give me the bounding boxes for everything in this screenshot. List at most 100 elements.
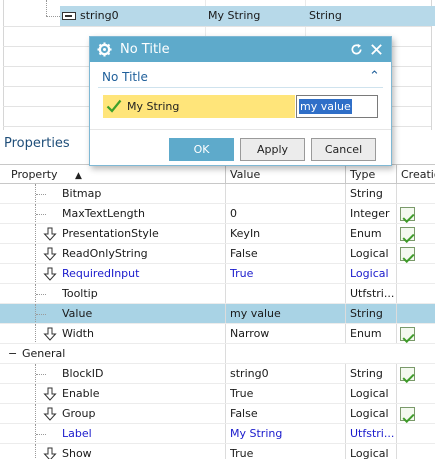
property-value[interactable]: False bbox=[230, 244, 342, 264]
apply-button[interactable]: Apply bbox=[240, 138, 305, 161]
tree-guide bbox=[35, 384, 36, 404]
tree-connector-h bbox=[46, 16, 60, 17]
property-value[interactable]: string0 bbox=[230, 364, 342, 384]
tree-row-type: String bbox=[309, 9, 342, 22]
property-row-tooltip[interactable]: Tooltip Utfstri... bbox=[0, 284, 435, 304]
creation-edit-icon[interactable] bbox=[400, 407, 415, 421]
property-value[interactable]: My String bbox=[230, 424, 342, 444]
property-value[interactable]: my value bbox=[230, 304, 342, 324]
col-sep bbox=[225, 184, 226, 204]
tree-guide-h bbox=[36, 314, 46, 315]
property-value[interactable] bbox=[230, 284, 342, 304]
col-sep bbox=[345, 384, 346, 404]
col-sep bbox=[225, 364, 226, 384]
close-icon[interactable] bbox=[370, 43, 383, 56]
property-value[interactable]: KeyIn bbox=[230, 224, 342, 244]
checkmark-icon bbox=[106, 99, 122, 113]
edit-field-icon bbox=[62, 12, 76, 20]
tree-guide-h bbox=[36, 294, 46, 295]
property-name: Group bbox=[62, 407, 96, 420]
property-value[interactable] bbox=[230, 184, 342, 204]
col-sep bbox=[345, 404, 346, 424]
cancel-button[interactable]: Cancel bbox=[311, 138, 376, 161]
property-value[interactable]: Narrow bbox=[230, 324, 342, 344]
tree-guide bbox=[35, 404, 36, 424]
column-header-creation[interactable]: Creation bbox=[401, 165, 435, 184]
property-row-group[interactable]: Group False Logical bbox=[0, 404, 435, 424]
property-value[interactable]: False bbox=[230, 404, 342, 424]
tree-guide bbox=[35, 264, 36, 284]
dialog-field-label: My String bbox=[127, 100, 180, 113]
gear-icon bbox=[97, 42, 112, 57]
property-row-enable[interactable]: Enable True Logical bbox=[0, 384, 435, 404]
col-sep bbox=[396, 184, 397, 204]
property-name: BlockID bbox=[62, 367, 104, 380]
property-value[interactable]: True bbox=[230, 384, 342, 404]
property-name: Value bbox=[62, 307, 93, 320]
col-sep bbox=[225, 324, 226, 344]
ok-button[interactable]: OK bbox=[169, 138, 234, 161]
header-sep-1[interactable] bbox=[225, 165, 226, 184]
property-value[interactable]: 0 bbox=[230, 204, 342, 224]
collapse-toggle-icon[interactable]: − bbox=[8, 344, 17, 364]
property-group-general[interactable]: − General bbox=[0, 344, 435, 364]
collapse-caret-icon[interactable]: ⌃ bbox=[369, 69, 380, 84]
property-type: Logical bbox=[350, 407, 389, 420]
property-group-label: General bbox=[22, 347, 66, 360]
tree-guide-h bbox=[36, 434, 46, 435]
property-row-presentationstyle[interactable]: PresentationStyle KeyIn Enum bbox=[0, 224, 435, 244]
tree-connector bbox=[46, 0, 47, 16]
tree-guide-h bbox=[36, 214, 46, 215]
creation-edit-icon[interactable] bbox=[400, 227, 415, 241]
tree-guide bbox=[35, 444, 36, 459]
col-sep bbox=[225, 284, 226, 304]
property-type: Logical bbox=[350, 387, 389, 400]
col-sep bbox=[225, 264, 226, 284]
property-row-width[interactable]: Width Narrow Enum bbox=[0, 324, 435, 344]
refresh-icon[interactable] bbox=[350, 43, 363, 56]
property-row-readonlystring[interactable]: ReadOnlyString False Logical bbox=[0, 244, 435, 264]
header-sep-2[interactable] bbox=[345, 165, 346, 184]
arrow-down-icon bbox=[43, 387, 57, 401]
dialog-titlebar[interactable]: No Title bbox=[90, 37, 391, 62]
property-type: Logical bbox=[350, 267, 389, 280]
property-type: Logical bbox=[350, 447, 389, 459]
creation-edit-icon[interactable] bbox=[400, 207, 415, 221]
creation-edit-icon[interactable] bbox=[400, 247, 415, 261]
no-title-dialog: No Title No Title ⌃ My String my value O… bbox=[89, 36, 392, 166]
property-row-show[interactable]: Show True Logical bbox=[0, 444, 435, 459]
property-type: Utfstri... bbox=[350, 287, 394, 300]
arrow-down-icon bbox=[43, 267, 57, 281]
property-value[interactable]: True bbox=[230, 444, 342, 459]
tree-hline-1 bbox=[3, 26, 431, 27]
property-row-label[interactable]: Label My String Utfstri... bbox=[0, 424, 435, 444]
property-name: Bitmap bbox=[62, 187, 102, 200]
col-sep bbox=[345, 424, 346, 444]
dialog-field-label-row: My String bbox=[103, 95, 295, 118]
creation-edit-icon[interactable] bbox=[400, 327, 415, 341]
property-value[interactable]: True bbox=[230, 264, 342, 284]
property-row-value[interactable]: Value my value String bbox=[0, 304, 435, 324]
column-header-property[interactable]: Property ▲ bbox=[11, 165, 82, 184]
col-sep bbox=[225, 204, 226, 224]
tree-guide bbox=[35, 224, 36, 244]
tree-row-name: string0 bbox=[80, 9, 119, 22]
header-sep-3[interactable] bbox=[396, 165, 397, 184]
column-header-value[interactable]: Value bbox=[230, 165, 260, 184]
col-sep bbox=[396, 284, 397, 304]
property-row-blockid[interactable]: BlockID string0 String bbox=[0, 364, 435, 384]
col-sep bbox=[396, 324, 397, 344]
creation-edit-icon[interactable] bbox=[400, 367, 415, 381]
property-row-bitmap[interactable]: Bitmap String bbox=[0, 184, 435, 204]
property-name: Enable bbox=[62, 387, 100, 400]
col-sep bbox=[345, 444, 346, 459]
col-sep bbox=[396, 404, 397, 424]
my-string-input[interactable]: my value bbox=[296, 95, 378, 118]
column-header-type[interactable]: Type bbox=[350, 165, 375, 184]
col-sep bbox=[396, 264, 397, 284]
arrow-down-icon bbox=[43, 407, 57, 421]
property-row-maxtextlength[interactable]: MaxTextLength 0 Integer bbox=[0, 204, 435, 224]
tree-guide bbox=[35, 324, 36, 344]
col-sep bbox=[396, 224, 397, 244]
property-row-requiredinput[interactable]: RequiredInput True Logical bbox=[0, 264, 435, 284]
